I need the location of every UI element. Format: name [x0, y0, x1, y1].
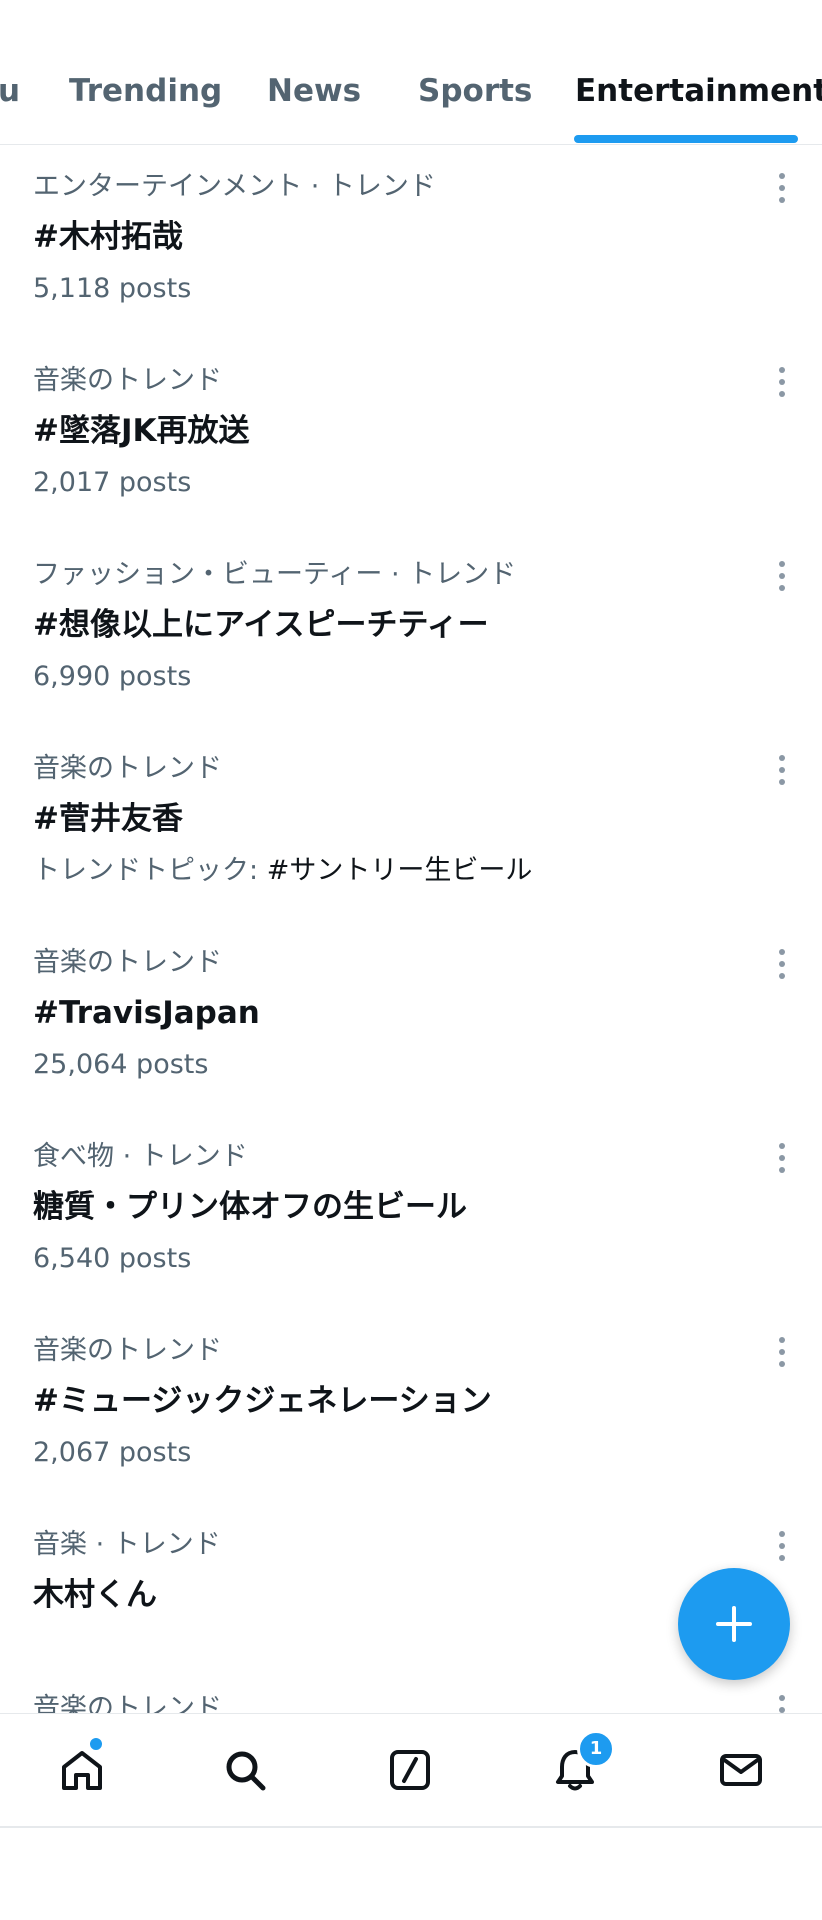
more-options-icon[interactable]	[770, 1531, 794, 1563]
trend-name: #墜落JK再放送	[33, 413, 250, 449]
trend-post-count: 25,064 posts	[33, 1049, 209, 1080]
more-options-icon[interactable]	[770, 1337, 794, 1369]
trend-category: 音楽のトレンド	[33, 365, 222, 396]
active-tab-indicator	[574, 135, 798, 143]
trend-post-count: 5,118 posts	[33, 273, 192, 304]
tab-sports[interactable]: Sports	[418, 76, 532, 107]
trend-name: #菅井友香	[33, 801, 183, 837]
trend-item[interactable]: 音楽のトレンド	[0, 1667, 822, 1713]
trend-name: #TravisJapan	[33, 995, 260, 1031]
trend-item[interactable]: エンターテインメント · トレンド #木村拓哉 5,118 posts	[0, 145, 822, 339]
trend-post-count: 2,067 posts	[33, 1437, 192, 1468]
trend-post-count: 6,990 posts	[33, 661, 192, 692]
trend-item[interactable]: ファッション・ビューティー · トレンド #想像以上にアイスピーチティー 6,9…	[0, 533, 822, 727]
trend-category: 音楽のトレンド	[33, 753, 222, 784]
tab-entertainment[interactable]: Entertainment	[575, 76, 822, 107]
grok-icon	[390, 1750, 430, 1790]
more-options-icon[interactable]	[770, 949, 794, 981]
trend-name: #想像以上にアイスピーチティー	[33, 607, 489, 643]
trend-post-count: 6,540 posts	[33, 1243, 192, 1274]
trend-item[interactable]: 音楽のトレンド #ミュージックジェネレーション 2,067 posts	[0, 1309, 822, 1503]
more-options-icon[interactable]	[770, 1143, 794, 1175]
nav-search[interactable]	[217, 1742, 273, 1798]
trend-name: 木村くん	[33, 1577, 157, 1613]
trend-name: #木村拓哉	[33, 219, 183, 255]
bottom-nav-bar: 1	[0, 1713, 822, 1828]
more-options-icon[interactable]	[770, 1695, 794, 1713]
search-icon	[226, 1751, 266, 1791]
nav-messages[interactable]	[713, 1742, 769, 1798]
trend-topic-value[interactable]: #サントリー生ビール	[267, 855, 533, 886]
trend-category: 食べ物 · トレンド	[33, 1141, 248, 1172]
compose-button[interactable]	[678, 1568, 790, 1680]
trend-topic-label: トレンドトピック:	[33, 855, 259, 886]
trend-category: 音楽のトレンド	[33, 947, 222, 978]
more-options-icon[interactable]	[770, 755, 794, 787]
mail-icon	[720, 1754, 762, 1786]
trend-post-count: 2,017 posts	[33, 467, 192, 498]
more-options-icon[interactable]	[770, 367, 794, 399]
trend-item[interactable]: 食べ物 · トレンド 糖質・プリン体オフの生ビール 6,540 posts	[0, 1115, 822, 1309]
plus-icon	[716, 1606, 752, 1642]
trend-item[interactable]: 音楽のトレンド #菅井友香 トレンドトピック: #サントリー生ビール	[0, 727, 822, 921]
trend-topic: トレンドトピック: #サントリー生ビール	[33, 857, 532, 884]
nav-notifications[interactable]: 1	[547, 1730, 615, 1798]
trend-name: #ミュージックジェネレーション	[33, 1383, 492, 1419]
trend-item[interactable]: 音楽のトレンド #墜落JK再放送 2,017 posts	[0, 339, 822, 533]
more-options-icon[interactable]	[770, 173, 794, 205]
more-options-icon[interactable]	[770, 561, 794, 593]
notification-badge: 1	[577, 1730, 615, 1768]
home-unread-dot	[88, 1736, 104, 1752]
trend-category: 音楽 · トレンド	[33, 1529, 221, 1560]
trend-category: 音楽のトレンド	[33, 1693, 222, 1713]
home-icon	[62, 1751, 102, 1790]
trend-category: ファッション・ビューティー · トレンド	[33, 559, 517, 590]
top-tab-bar: u Trending News Sports Entertainment	[0, 0, 822, 145]
tab-news[interactable]: News	[267, 76, 361, 107]
trend-category: 音楽のトレンド	[33, 1335, 222, 1366]
trend-category: エンターテインメント · トレンド	[33, 171, 436, 202]
trend-name: 糖質・プリン体オフの生ビール	[33, 1189, 467, 1225]
trend-item[interactable]: 音楽のトレンド #TravisJapan 25,064 posts	[0, 921, 822, 1115]
tab-partial[interactable]: u	[0, 76, 20, 107]
nav-grok[interactable]	[382, 1742, 438, 1798]
trend-list: エンターテインメント · トレンド #木村拓哉 5,118 posts 音楽のト…	[0, 145, 822, 1713]
tab-trending[interactable]: Trending	[69, 76, 222, 107]
nav-home[interactable]	[54, 1736, 110, 1798]
